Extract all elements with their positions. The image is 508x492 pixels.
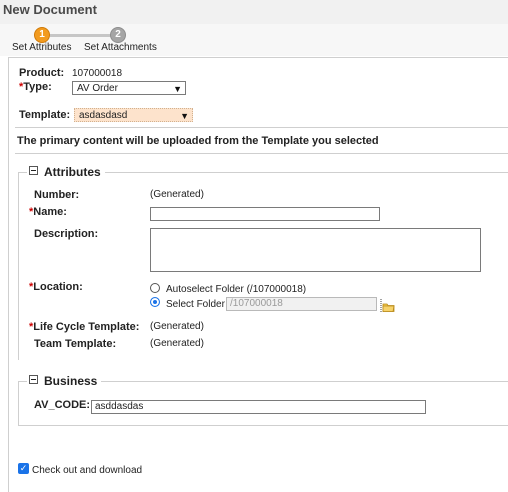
template-select[interactable]: asdasdasd ▼ [74, 108, 193, 122]
step-set-attachments[interactable]: Set Attachments [84, 42, 157, 53]
window-header: New Document [0, 0, 508, 25]
divider [15, 127, 508, 128]
step-connector [50, 34, 111, 37]
type-select[interactable]: AV Order ▼ [72, 81, 186, 95]
autoselect-folder-label[interactable]: Autoselect Folder (/107000018) [166, 284, 306, 295]
step-2-icon[interactable]: 2 [111, 28, 125, 42]
team-template-label: Team Template: [34, 338, 117, 350]
checkout-label[interactable]: Check out and download [32, 465, 142, 476]
team-template-value: (Generated) [150, 338, 204, 349]
description-textarea[interactable] [150, 228, 481, 272]
chevron-down-icon: ▼ [180, 111, 189, 121]
name-input[interactable] [150, 207, 380, 221]
name-label-text: Name: [33, 206, 67, 218]
chevron-down-icon: ▼ [173, 84, 182, 94]
folder-icon[interactable] [379, 299, 395, 313]
attributes-left-border [18, 172, 19, 360]
template-notice: The primary content will be uploaded fro… [17, 135, 379, 147]
business-legend-text: Business [44, 374, 98, 388]
collapse-icon[interactable] [29, 375, 38, 384]
av-code-input[interactable]: asddasdas [91, 400, 426, 414]
template-select-value: asdasdasd [79, 110, 128, 121]
type-label-text: Type: [23, 81, 52, 93]
life-cycle-value: (Generated) [150, 321, 204, 332]
type-select-value: AV Order [77, 83, 118, 94]
av-code-label: AV_CODE: [34, 399, 91, 411]
folder-path-input[interactable]: /107000018 [226, 297, 377, 311]
step-set-attributes[interactable]: Set Attributes [12, 42, 71, 53]
step-1-icon[interactable]: 1 [35, 28, 49, 42]
window-title: New Document [3, 2, 97, 17]
select-folder-radio[interactable] [150, 297, 160, 307]
product-value: 107000018 [72, 68, 123, 79]
select-folder-label[interactable]: Select Folder [166, 299, 225, 310]
life-cycle-label: *Life Cycle Template: [29, 321, 139, 333]
template-label: Template: [19, 109, 71, 121]
life-cycle-label-text: Life Cycle Template: [33, 321, 140, 333]
collapse-icon[interactable] [29, 166, 38, 175]
name-label: *Name: [29, 206, 67, 218]
location-label: *Location: [29, 281, 83, 293]
location-label-text: Location: [33, 281, 83, 293]
attributes-legend[interactable]: Attributes [27, 165, 105, 179]
attributes-legend-text: Attributes [44, 165, 101, 179]
checkout-checkbox[interactable]: ✓ [18, 463, 29, 474]
wizard-steps: 1 2 Set Attributes Set Attachments [0, 24, 508, 56]
description-label: Description: [34, 228, 99, 240]
number-value: (Generated) [150, 189, 204, 200]
number-label: Number: [34, 189, 80, 201]
type-label: *Type: [19, 81, 52, 93]
product-label: Product: [19, 67, 65, 79]
divider [15, 153, 508, 154]
business-legend[interactable]: Business [27, 374, 102, 388]
autoselect-folder-radio[interactable] [150, 283, 160, 293]
